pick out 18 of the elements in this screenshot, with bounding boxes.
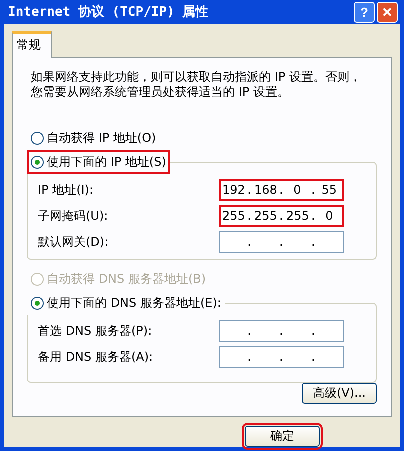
help-button[interactable]: ? (354, 2, 375, 22)
field-label: 备用 DNS 服务器(A): (38, 348, 154, 366)
field-label: 默认网关(D): (38, 234, 109, 250)
ip-address-field[interactable]: . . . (219, 231, 344, 253)
field-label: IP 地址(I): (38, 182, 94, 198)
ip-address-field[interactable]: . . . (219, 346, 344, 368)
ip-address-field[interactable]: . . . (219, 320, 344, 342)
radio-option[interactable]: 使用下面的 IP 地址(S) (27, 150, 170, 174)
intro-text: 如果网络支持此功能，则可以获取自动指派的 IP 设置。否则，您需要从网络系统管理员处获得适当的 IP 设置。 (31, 70, 362, 100)
field-label: 子网掩码(U): (38, 208, 108, 224)
ok-button[interactable]: 确定 (245, 426, 320, 447)
advanced-button[interactable]: 高级(V)... (302, 383, 377, 404)
ip-address-field[interactable]: 192 . 168 . 0 . 55 (219, 179, 344, 201)
field-label: 首选 DNS 服务器(P): (38, 322, 152, 340)
window-title: Internet 协议 (TCP/IP) 属性 (8, 4, 209, 21)
ip-address-field[interactable]: 255 . 255 . 255 . 0 (219, 205, 344, 227)
close-button[interactable]: ✕ (377, 2, 398, 22)
tab[interactable]: 常规 (12, 31, 52, 58)
